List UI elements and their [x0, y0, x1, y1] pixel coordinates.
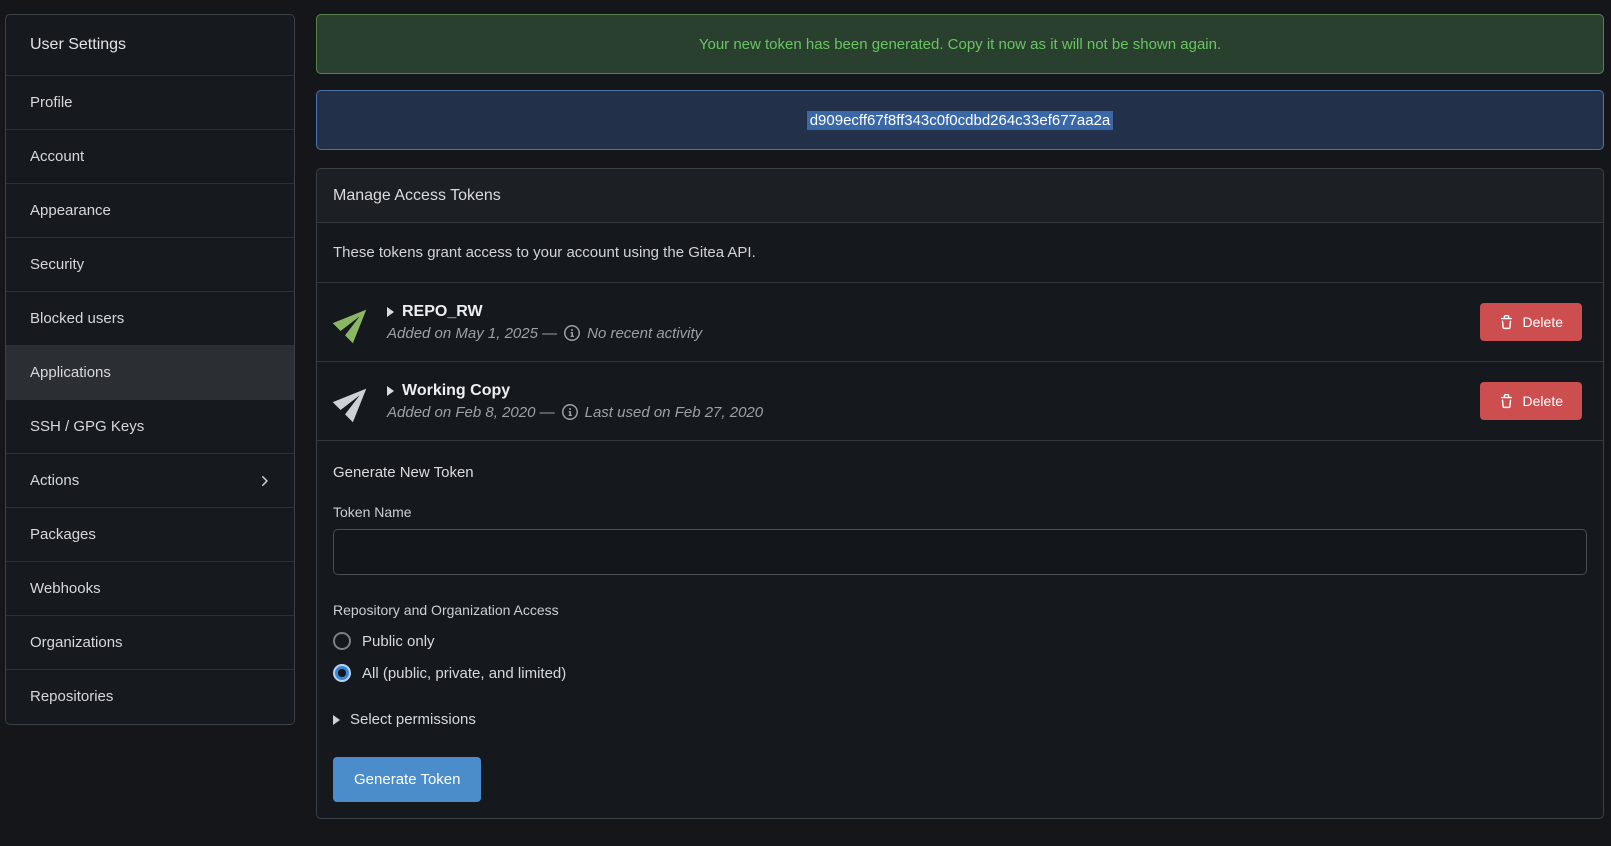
sidebar-item-appearance[interactable]: Appearance — [6, 183, 294, 237]
sidebar-item-label: Profile — [30, 94, 73, 111]
info-icon — [562, 404, 578, 420]
flash-text: Your new token has been generated. Copy … — [699, 36, 1221, 53]
sidebar-item-organizations[interactable]: Organizations — [6, 615, 294, 669]
panel-header-title: Manage Access Tokens — [333, 187, 501, 205]
sidebar-item-applications[interactable]: Applications — [6, 345, 294, 399]
trash-icon — [1499, 315, 1514, 330]
token-row: Working Copy Added on Feb 8, 2020 — Last… — [317, 362, 1603, 441]
radio-label: All (public, private, and limited) — [362, 665, 566, 682]
token-added-date: Added on May 1, 2025 — — [387, 325, 557, 342]
sidebar-item-blocked-users[interactable]: Blocked users — [6, 291, 294, 345]
expand-triangle-icon — [387, 386, 394, 396]
paper-plane-icon — [333, 380, 375, 422]
token-name-label: Token Name — [333, 504, 1587, 520]
token-name: Working Copy — [402, 382, 510, 400]
sidebar-item-label: Security — [30, 256, 84, 273]
generate-token-form: Generate New Token Token Name Repository… — [317, 441, 1603, 818]
panel-description: These tokens grant access to your accoun… — [317, 223, 1603, 283]
sidebar-item-label: SSH / GPG Keys — [30, 418, 144, 435]
new-token-display[interactable]: d909ecff67f8ff343c0f0cdbd264c33ef677aa2a — [316, 90, 1604, 150]
token-name-input[interactable] — [333, 529, 1587, 575]
manage-tokens-panel: Manage Access Tokens These tokens grant … — [316, 168, 1604, 819]
token-added-date: Added on Feb 8, 2020 — — [387, 404, 555, 421]
delete-token-button[interactable]: Delete — [1480, 303, 1582, 341]
token-activity: No recent activity — [587, 325, 702, 342]
radio-all-access[interactable]: All (public, private, and limited) — [333, 664, 566, 682]
sidebar-item-label: Blocked users — [30, 310, 124, 327]
delete-button-label: Delete — [1523, 393, 1563, 409]
delete-token-button[interactable]: Delete — [1480, 382, 1582, 420]
sidebar-item-label: Webhooks — [30, 580, 101, 597]
sidebar-item-label: Repositories — [30, 688, 113, 705]
form-title: Generate New Token — [333, 464, 1587, 481]
radio-circle-icon[interactable] — [333, 664, 351, 682]
info-icon — [564, 325, 580, 341]
token-activity: Last used on Feb 27, 2020 — [585, 404, 763, 421]
paper-plane-icon — [333, 301, 375, 343]
expand-triangle-icon — [387, 307, 394, 317]
token-name-line[interactable]: REPO_RW — [387, 303, 1480, 321]
sidebar-item-account[interactable]: Account — [6, 129, 294, 183]
token-meta: Added on Feb 8, 2020 — Last used on Feb … — [387, 404, 1480, 421]
token-row: REPO_RW Added on May 1, 2025 — No recent… — [317, 283, 1603, 362]
sidebar-item-actions[interactable]: Actions — [6, 453, 294, 507]
token-meta: Added on May 1, 2025 — No recent activit… — [387, 325, 1480, 342]
sidebar-item-packages[interactable]: Packages — [6, 507, 294, 561]
delete-button-label: Delete — [1523, 314, 1563, 330]
trash-icon — [1499, 394, 1514, 409]
success-flash-message: Your new token has been generated. Copy … — [316, 14, 1604, 74]
token-info: REPO_RW Added on May 1, 2025 — No recent… — [387, 303, 1480, 342]
sidebar-item-profile[interactable]: Profile — [6, 75, 294, 129]
access-scope-label: Repository and Organization Access — [333, 602, 1587, 618]
sidebar-item-label: Packages — [30, 526, 96, 543]
token-name: REPO_RW — [402, 303, 483, 321]
sidebar-item-webhooks[interactable]: Webhooks — [6, 561, 294, 615]
sidebar-item-repositories[interactable]: Repositories — [6, 669, 294, 723]
select-permissions-label: Select permissions — [350, 711, 476, 728]
select-permissions-toggle[interactable]: Select permissions — [333, 711, 476, 728]
sidebar-item-label: Organizations — [30, 634, 123, 651]
settings-sidebar: User Settings Profile Account Appearance… — [5, 14, 295, 725]
sidebar-item-label: Applications — [30, 364, 111, 381]
sidebar-item-label: Actions — [30, 472, 79, 489]
sidebar-title: User Settings — [6, 15, 294, 75]
sidebar-item-label: Account — [30, 148, 84, 165]
chevron-right-icon — [256, 473, 272, 489]
radio-public-only[interactable]: Public only — [333, 632, 435, 650]
radio-label: Public only — [362, 633, 435, 650]
token-value[interactable]: d909ecff67f8ff343c0f0cdbd264c33ef677aa2a — [807, 111, 1114, 130]
panel-header: Manage Access Tokens — [317, 169, 1603, 223]
token-name-line[interactable]: Working Copy — [387, 382, 1480, 400]
token-info: Working Copy Added on Feb 8, 2020 — Last… — [387, 382, 1480, 421]
sidebar-item-ssh-gpg-keys[interactable]: SSH / GPG Keys — [6, 399, 294, 453]
generate-token-button[interactable]: Generate Token — [333, 757, 481, 802]
main-content: Your new token has been generated. Copy … — [316, 14, 1604, 846]
sidebar-item-security[interactable]: Security — [6, 237, 294, 291]
panel-description-text: These tokens grant access to your accoun… — [333, 244, 756, 261]
sidebar-item-label: Appearance — [30, 202, 111, 219]
sidebar-title-label: User Settings — [30, 36, 126, 54]
radio-circle-icon[interactable] — [333, 632, 351, 650]
collapsed-triangle-icon — [333, 715, 340, 725]
